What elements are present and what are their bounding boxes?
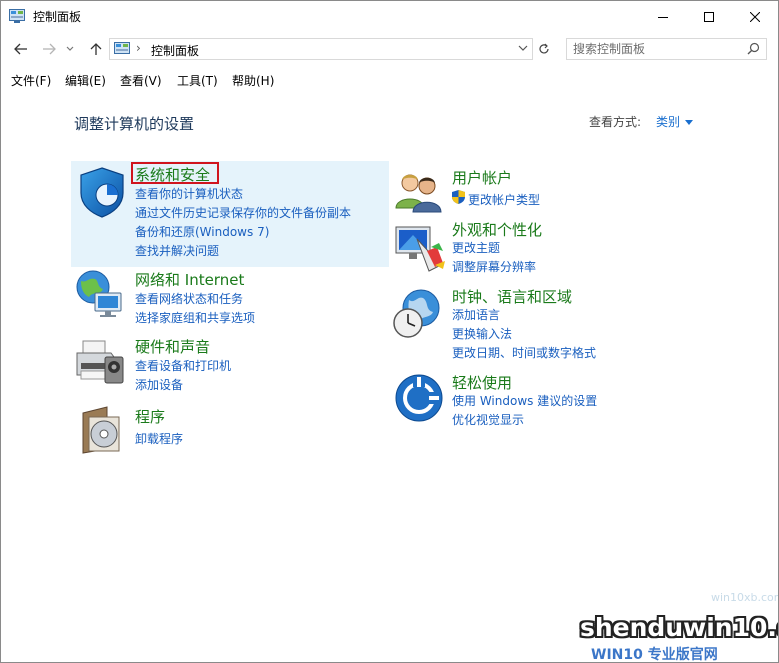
uac-shield-icon: [452, 190, 465, 204]
close-icon: [750, 11, 760, 22]
control-panel-icon: [114, 42, 130, 54]
category-title-appearance[interactable]: 外观和个性化: [452, 219, 542, 240]
dropdown-arrow-icon[interactable]: [685, 120, 694, 125]
category-title-programs[interactable]: 程序: [135, 406, 165, 427]
forward-button[interactable]: [39, 39, 59, 59]
category-title-ease-of-access[interactable]: 轻松使用: [452, 372, 512, 393]
link-backup-restore[interactable]: 备份和还原(Windows 7): [135, 223, 269, 240]
link-add-device[interactable]: 添加设备: [135, 376, 183, 393]
appearance-icon[interactable]: [393, 221, 447, 275]
link-recommended-settings[interactable]: 使用 Windows 建议的设置: [452, 392, 597, 409]
link-change-theme[interactable]: 更改主题: [452, 239, 500, 256]
close-button[interactable]: [732, 1, 778, 32]
users-icon[interactable]: [393, 166, 447, 220]
link-adjust-resolution[interactable]: 调整屏幕分辨率: [452, 258, 536, 275]
control-panel-icon: [9, 9, 25, 23]
ease-of-access-icon[interactable]: [393, 371, 447, 425]
menu-view[interactable]: 查看(V): [120, 72, 162, 89]
up-button[interactable]: [86, 39, 106, 59]
address-bar[interactable]: › 控制面板: [109, 38, 533, 60]
navigation-bar: › 控制面板: [1, 33, 778, 65]
shield-icon[interactable]: [75, 165, 129, 219]
menu-bar: 文件(F) 编辑(E) 查看(V) 工具(T) 帮助(H): [1, 67, 778, 93]
network-globe-icon[interactable]: [73, 267, 127, 321]
link-add-language[interactable]: 添加语言: [452, 306, 500, 323]
view-by-value[interactable]: 类别: [656, 115, 680, 129]
minimize-button[interactable]: [640, 1, 686, 32]
refresh-button[interactable]: [535, 38, 553, 60]
link-homegroup-sharing[interactable]: 选择家庭组和共享选项: [135, 309, 255, 326]
printer-icon[interactable]: [73, 335, 127, 389]
link-view-computer-status[interactable]: 查看你的计算机状态: [135, 185, 243, 202]
chevron-down-icon: [66, 46, 74, 51]
watermark-faint: win10xb.com: [711, 591, 779, 604]
breadcrumb[interactable]: 控制面板: [151, 42, 199, 59]
highlight-box: [131, 162, 219, 184]
menu-help[interactable]: 帮助(H): [232, 72, 274, 89]
category-title-hardware-sound[interactable]: 硬件和声音: [135, 336, 210, 357]
refresh-icon: [539, 43, 549, 54]
link-change-input-method[interactable]: 更换输入法: [452, 325, 512, 342]
link-file-history-backup[interactable]: 通过文件历史记录保存你的文件备份副本: [135, 204, 351, 221]
up-arrow-icon: [90, 43, 102, 55]
link-network-status[interactable]: 查看网络状态和任务: [135, 290, 243, 307]
view-by-dropdown[interactable]: 类别: [656, 113, 694, 130]
clock-globe-icon[interactable]: [391, 286, 445, 340]
link-optimize-visual-display[interactable]: 优化视觉显示: [452, 411, 524, 428]
category-title-clock-region[interactable]: 时钟、语言和区域: [452, 286, 572, 307]
maximize-icon: [704, 11, 714, 22]
category-title-user-accounts[interactable]: 用户帐户: [452, 167, 512, 188]
link-uninstall-program[interactable]: 卸载程序: [135, 430, 183, 447]
programs-disc-icon[interactable]: [77, 403, 131, 457]
link-change-account-type[interactable]: 更改帐户类型: [468, 191, 540, 208]
recent-locations-button[interactable]: [63, 39, 77, 59]
title-bar: 控制面板: [1, 1, 778, 32]
category-title-network[interactable]: 网络和 Internet: [135, 269, 244, 290]
link-devices-printers[interactable]: 查看设备和打印机: [135, 357, 231, 374]
link-change-date-time-format[interactable]: 更改日期、时间或数字格式: [452, 344, 596, 361]
menu-tools[interactable]: 工具(T): [177, 72, 218, 89]
window-title: 控制面板: [33, 10, 82, 24]
maximize-button[interactable]: [686, 1, 732, 32]
link-troubleshoot[interactable]: 查找并解决问题: [135, 242, 219, 259]
search-input[interactable]: [573, 41, 743, 57]
search-box[interactable]: [566, 38, 767, 60]
view-by-label: 查看方式:: [589, 115, 642, 129]
chevron-down-icon[interactable]: [518, 43, 528, 53]
forward-arrow-icon: [43, 43, 56, 55]
minimize-icon: [658, 16, 668, 18]
back-button[interactable]: [11, 39, 31, 59]
page-title: 调整计算机的设置: [74, 115, 195, 133]
breadcrumb-separator[interactable]: ›: [136, 41, 141, 55]
menu-file[interactable]: 文件(F): [11, 72, 51, 89]
back-arrow-icon: [14, 43, 27, 55]
control-panel-window: 控制面板 › 控制面板 搜索控制面板 文件(F) 编辑(E) 查看(V) 工具(…: [0, 0, 779, 663]
search-icon[interactable]: [747, 42, 760, 55]
watermark: shenduwin10.com: [580, 613, 778, 642]
menu-edit[interactable]: 编辑(E): [65, 72, 106, 89]
watermark-subtitle: WIN10 专业版官网: [591, 647, 718, 663]
